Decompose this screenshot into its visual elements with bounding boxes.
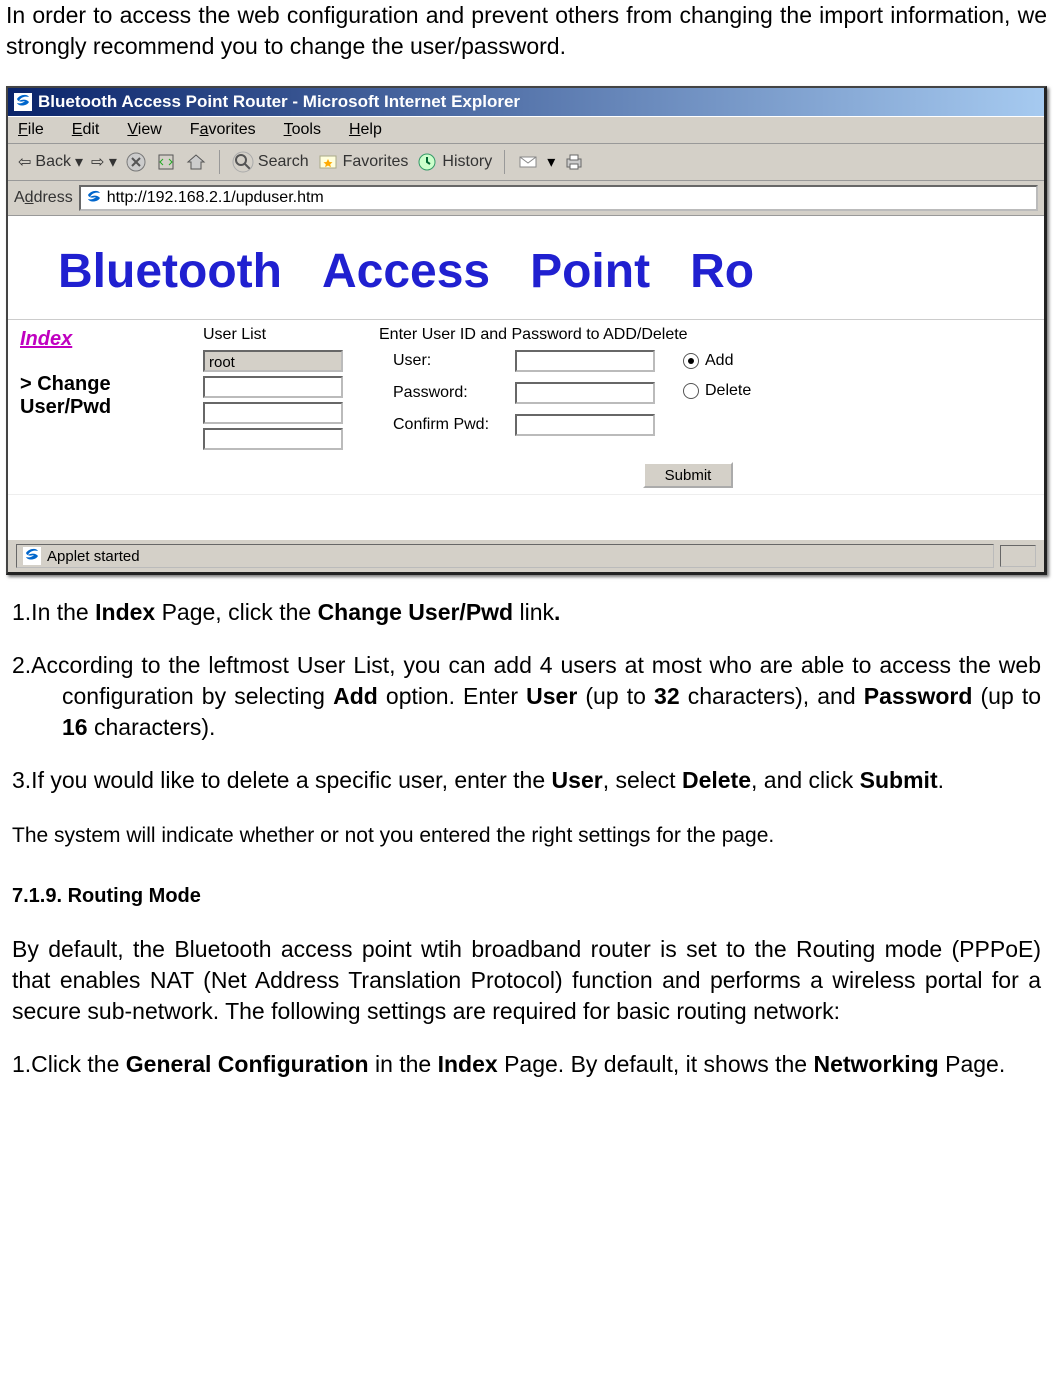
status-bar: Applet started [8, 539, 1044, 572]
user-label: User: [393, 352, 493, 370]
forward-button[interactable]: ⇨ ▾ [91, 152, 117, 172]
address-input[interactable]: http://192.168.2.1/upduser.htm [79, 185, 1038, 211]
favorites-icon [317, 151, 339, 173]
confirm-label: Confirm Pwd: [393, 416, 493, 434]
note-paragraph: The system will indicate whether or not … [12, 822, 1041, 850]
page-icon [23, 547, 41, 565]
sidebar-index-link[interactable]: Index [20, 328, 185, 351]
address-label: Address [14, 189, 73, 207]
page-icon [85, 189, 103, 207]
user-list-label: User List [203, 326, 343, 344]
toolbar: ⇦ Back ▾ ⇨ ▾ Search Favorites History ▾ [8, 144, 1044, 181]
status-text: Applet started [47, 548, 140, 565]
separator-icon [219, 150, 220, 174]
history-button[interactable]: History [416, 151, 492, 173]
page-banner: BluetoothAccessPointRo [8, 216, 1044, 319]
menu-help[interactable]: Help [349, 121, 382, 139]
submit-button[interactable]: Submit [643, 462, 733, 488]
step-2: 2.According to the leftmost User List, y… [12, 650, 1041, 743]
user-list-item[interactable] [203, 402, 343, 424]
enter-info-label: Enter User ID and Password to ADD/Delete [379, 326, 688, 344]
menu-view[interactable]: View [127, 121, 161, 139]
menu-favorites[interactable]: Favorites [190, 121, 256, 139]
menubar: File Edit View Favorites Tools Help [8, 116, 1044, 144]
user-list-item[interactable]: root [203, 350, 343, 372]
user-list-item[interactable] [203, 428, 343, 450]
refresh-icon[interactable] [155, 151, 177, 173]
address-value: http://192.168.2.1/upduser.htm [107, 189, 324, 207]
password-label: Password: [393, 384, 493, 402]
delete-radio[interactable]: Delete [683, 382, 751, 400]
menu-tools[interactable]: Tools [284, 121, 321, 139]
mail-icon[interactable] [517, 151, 539, 173]
print-icon[interactable] [563, 151, 585, 173]
intro-paragraph: In order to access the web configuration… [6, 0, 1047, 62]
ie-window: Bluetooth Access Point Router - Microsof… [6, 86, 1047, 575]
password-input[interactable] [515, 382, 655, 404]
favorites-button[interactable]: Favorites [317, 151, 409, 173]
window-title: Bluetooth Access Point Router - Microsof… [38, 92, 520, 112]
radio-icon [683, 353, 699, 369]
user-list-item[interactable] [203, 376, 343, 398]
home-icon[interactable] [185, 151, 207, 173]
content-area: BluetoothAccessPointRo Index > Change Us… [8, 216, 1044, 539]
add-radio[interactable]: Add [683, 352, 751, 370]
user-list: root [203, 350, 343, 450]
search-icon [232, 151, 254, 173]
back-button[interactable]: ⇦ Back ▾ [18, 152, 83, 172]
step-1: 1.In the Index Page, click the Change Us… [12, 597, 1041, 628]
routing-paragraph: By default, the Bluetooth access point w… [12, 934, 1041, 1027]
window-titlebar: Bluetooth Access Point Router - Microsof… [8, 88, 1044, 116]
menu-file[interactable]: File [18, 121, 44, 139]
sidebar-item-change-user[interactable]: > Change User/Pwd [20, 373, 185, 419]
search-button[interactable]: Search [232, 151, 309, 173]
confirm-password-input[interactable] [515, 414, 655, 436]
routing-step-1: 1.Click the General Configuration in the… [12, 1049, 1041, 1080]
mail-dropdown-icon[interactable]: ▾ [547, 152, 555, 172]
address-bar: Address http://192.168.2.1/upduser.htm [8, 181, 1044, 216]
separator-icon [504, 150, 505, 174]
ie-logo-icon [14, 93, 32, 111]
form-area: User List Enter User ID and Password to … [197, 320, 1044, 494]
menu-edit[interactable]: Edit [72, 121, 100, 139]
step-3: 3.If you would like to delete a specific… [12, 765, 1041, 796]
content-spacer [8, 494, 1044, 539]
history-icon [416, 151, 438, 173]
user-input[interactable] [515, 350, 655, 372]
stop-icon[interactable] [125, 151, 147, 173]
section-heading: 7.1.9. Routing Mode [12, 885, 1041, 908]
sidebar: Index > Change User/Pwd [8, 320, 197, 494]
radio-icon [683, 383, 699, 399]
